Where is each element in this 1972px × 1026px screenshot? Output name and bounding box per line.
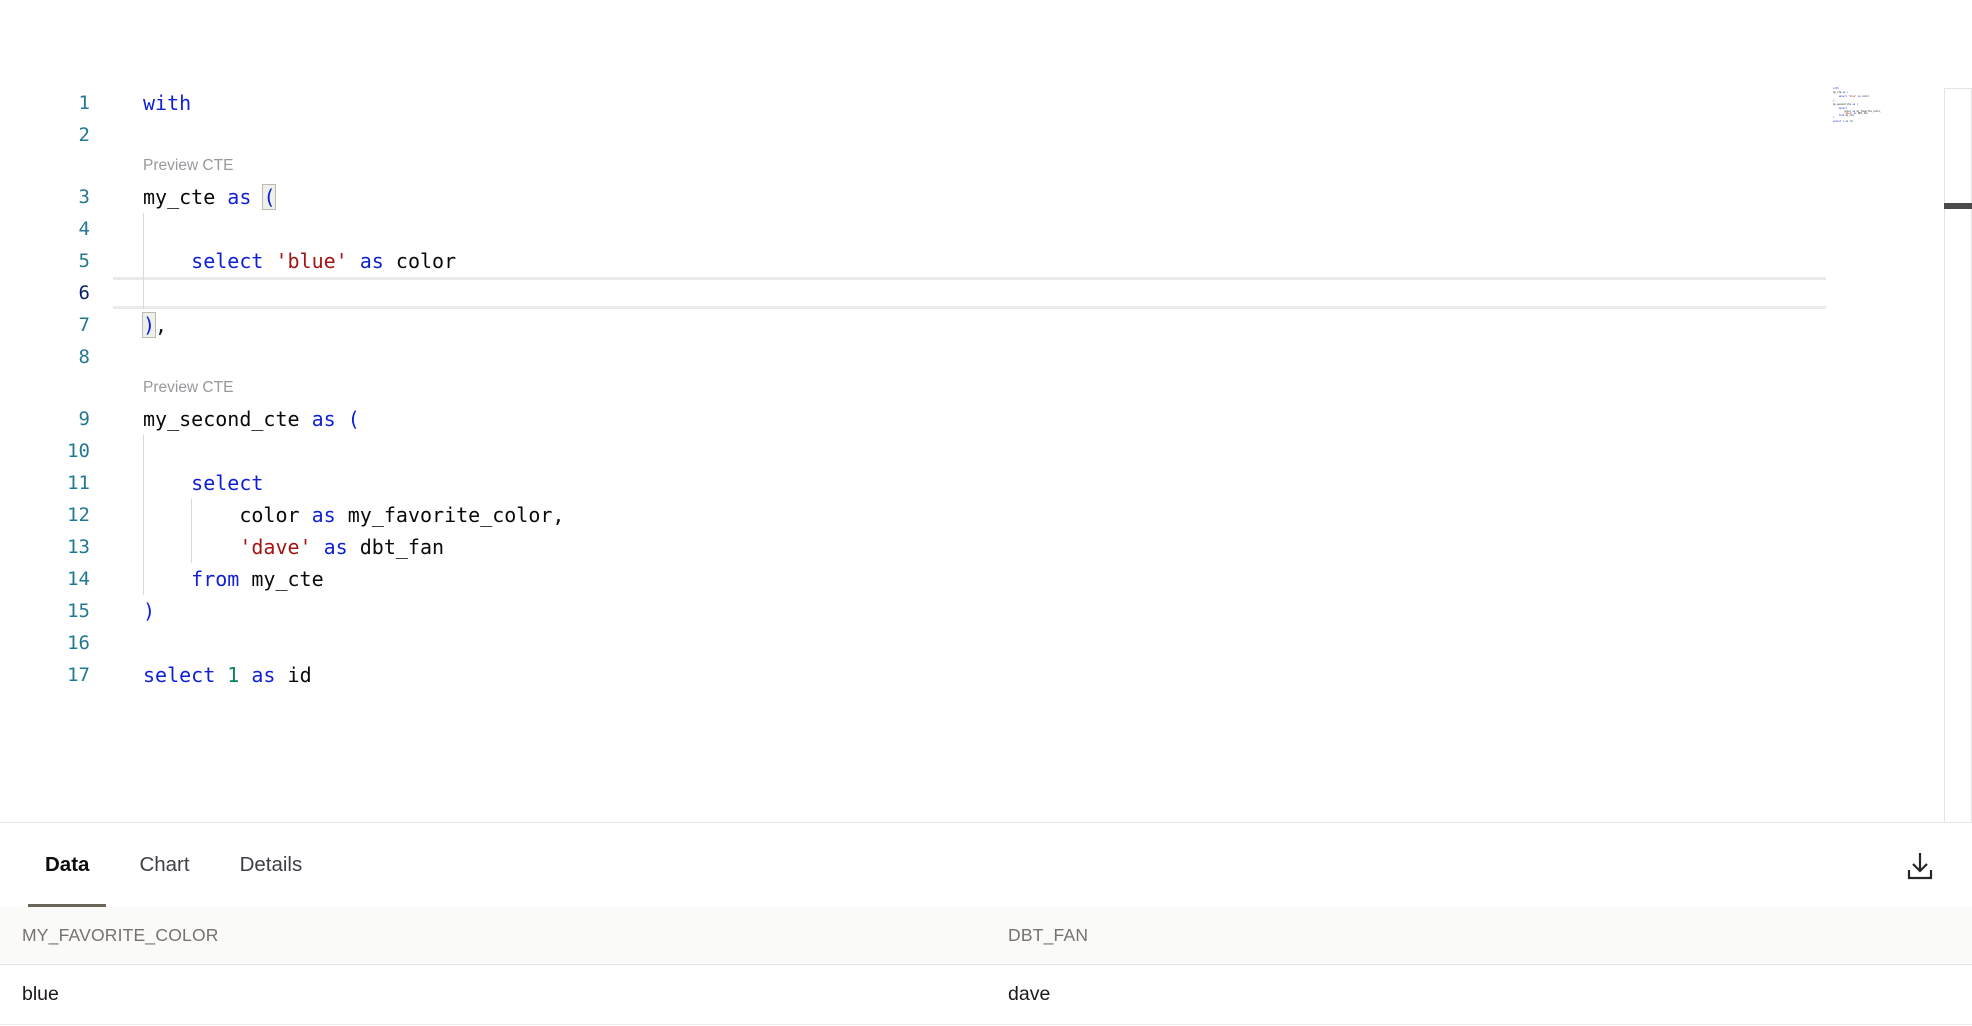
column-header: DBT_FAN (986, 925, 1972, 946)
line-number: 2 (0, 119, 90, 151)
code-line[interactable]: 1 with (0, 87, 1972, 119)
table-row[interactable]: bluedave (0, 965, 1972, 1025)
tab-data[interactable]: Data (28, 823, 106, 907)
code-text: color as my_favorite_color, (143, 499, 564, 531)
code-line[interactable]: 17 select 1 as id (0, 659, 1972, 691)
line-number: 8 (0, 341, 90, 373)
code-text: with (143, 87, 191, 119)
results-table-header: MY_FAVORITE_COLORDBT_FAN (0, 907, 1972, 965)
editor-right-strip (1944, 88, 1972, 822)
code-line[interactable]: 7), (0, 309, 1972, 341)
code-line[interactable]: 4 (0, 213, 1972, 245)
tab-chart[interactable]: Chart (122, 823, 206, 907)
results-table: MY_FAVORITE_COLORDBT_FAN bluedave (0, 907, 1972, 1025)
code-line[interactable]: 8 (0, 341, 1972, 373)
download-icon[interactable] (1900, 847, 1940, 887)
code-line[interactable]: 11 select (0, 467, 1972, 499)
code-text: my_second_cte as ( (143, 403, 360, 435)
line-number: 10 (0, 435, 90, 467)
code-line[interactable]: 9 my_second_cte as ( (0, 403, 1972, 435)
code-line[interactable]: 5 select 'blue' as color (0, 245, 1972, 277)
line-number: 12 (0, 499, 90, 531)
code-text: 'dave' as dbt_fan (143, 531, 444, 563)
column-header: MY_FAVORITE_COLOR (0, 925, 986, 946)
results-panel: DataChartDetails MY_FAVORITE_COLORDBT_FA… (0, 822, 1972, 1026)
code-line[interactable]: 15) (0, 595, 1972, 627)
code-text: ) (143, 595, 155, 627)
code-line[interactable]: 14 from my_cte (0, 563, 1972, 595)
preview-cte-widget[interactable]: Preview CTE (0, 373, 1972, 403)
line-number: 16 (0, 627, 90, 659)
line-number: 14 (0, 563, 90, 595)
line-number: 15 (0, 595, 90, 627)
code-area[interactable]: 1 with 2 Preview CTE 3 my_cte as ( 45 select '… (0, 87, 1972, 691)
line-number: 5 (0, 245, 90, 277)
line-number: 11 (0, 467, 90, 499)
code-text: select 1 as id (143, 659, 312, 691)
line-number: 17 (0, 659, 90, 691)
code-text: select 'blue' as color (143, 245, 456, 277)
sql-editor[interactable]: 1 with 2 Preview CTE 3 my_cte as ( 45 select '… (0, 0, 1972, 822)
code-line[interactable]: 12 color as my_favorite_color, (0, 499, 1972, 531)
code-line[interactable]: 10 (0, 435, 1972, 467)
indent-guide (143, 435, 144, 467)
preview-cte-widget[interactable]: Preview CTE (0, 151, 1972, 181)
code-line[interactable]: 13 'dave' as dbt_fan (0, 531, 1972, 563)
active-line-highlight (113, 277, 1826, 309)
line-number: 3 (0, 181, 90, 213)
line-number: 6 (0, 277, 90, 309)
preview-cte-label[interactable]: Preview CTE (143, 151, 233, 181)
table-cell: dave (986, 983, 1972, 1006)
indent-guide (143, 277, 144, 309)
table-cell: blue (0, 983, 986, 1006)
code-text: ), (143, 309, 167, 341)
pane-resize-handle[interactable] (1944, 203, 1972, 209)
results-table-body: bluedave (0, 965, 1972, 1025)
code-text: from my_cte (143, 563, 324, 595)
line-number: 9 (0, 403, 90, 435)
line-number: 7 (0, 309, 90, 341)
tab-details[interactable]: Details (223, 823, 320, 907)
preview-cte-label[interactable]: Preview CTE (143, 373, 233, 403)
results-tabbar: DataChartDetails (0, 823, 1972, 907)
editor-minimap[interactable]: with my_cte as ( select 'blue' as color … (1833, 88, 1933, 123)
line-number: 13 (0, 531, 90, 563)
line-number: 4 (0, 213, 90, 245)
line-number: 1 (0, 87, 90, 119)
code-text: select (143, 467, 263, 499)
code-line[interactable]: 6 (0, 277, 1972, 309)
sql-ide-window: Query completed in 0.65s Environment: PR… (0, 0, 1972, 1026)
code-line[interactable]: 3 my_cte as ( (0, 181, 1972, 213)
code-line[interactable]: 2 (0, 119, 1972, 151)
code-line[interactable]: 16 (0, 627, 1972, 659)
code-text: my_cte as ( (143, 181, 275, 213)
indent-guide (143, 213, 144, 245)
